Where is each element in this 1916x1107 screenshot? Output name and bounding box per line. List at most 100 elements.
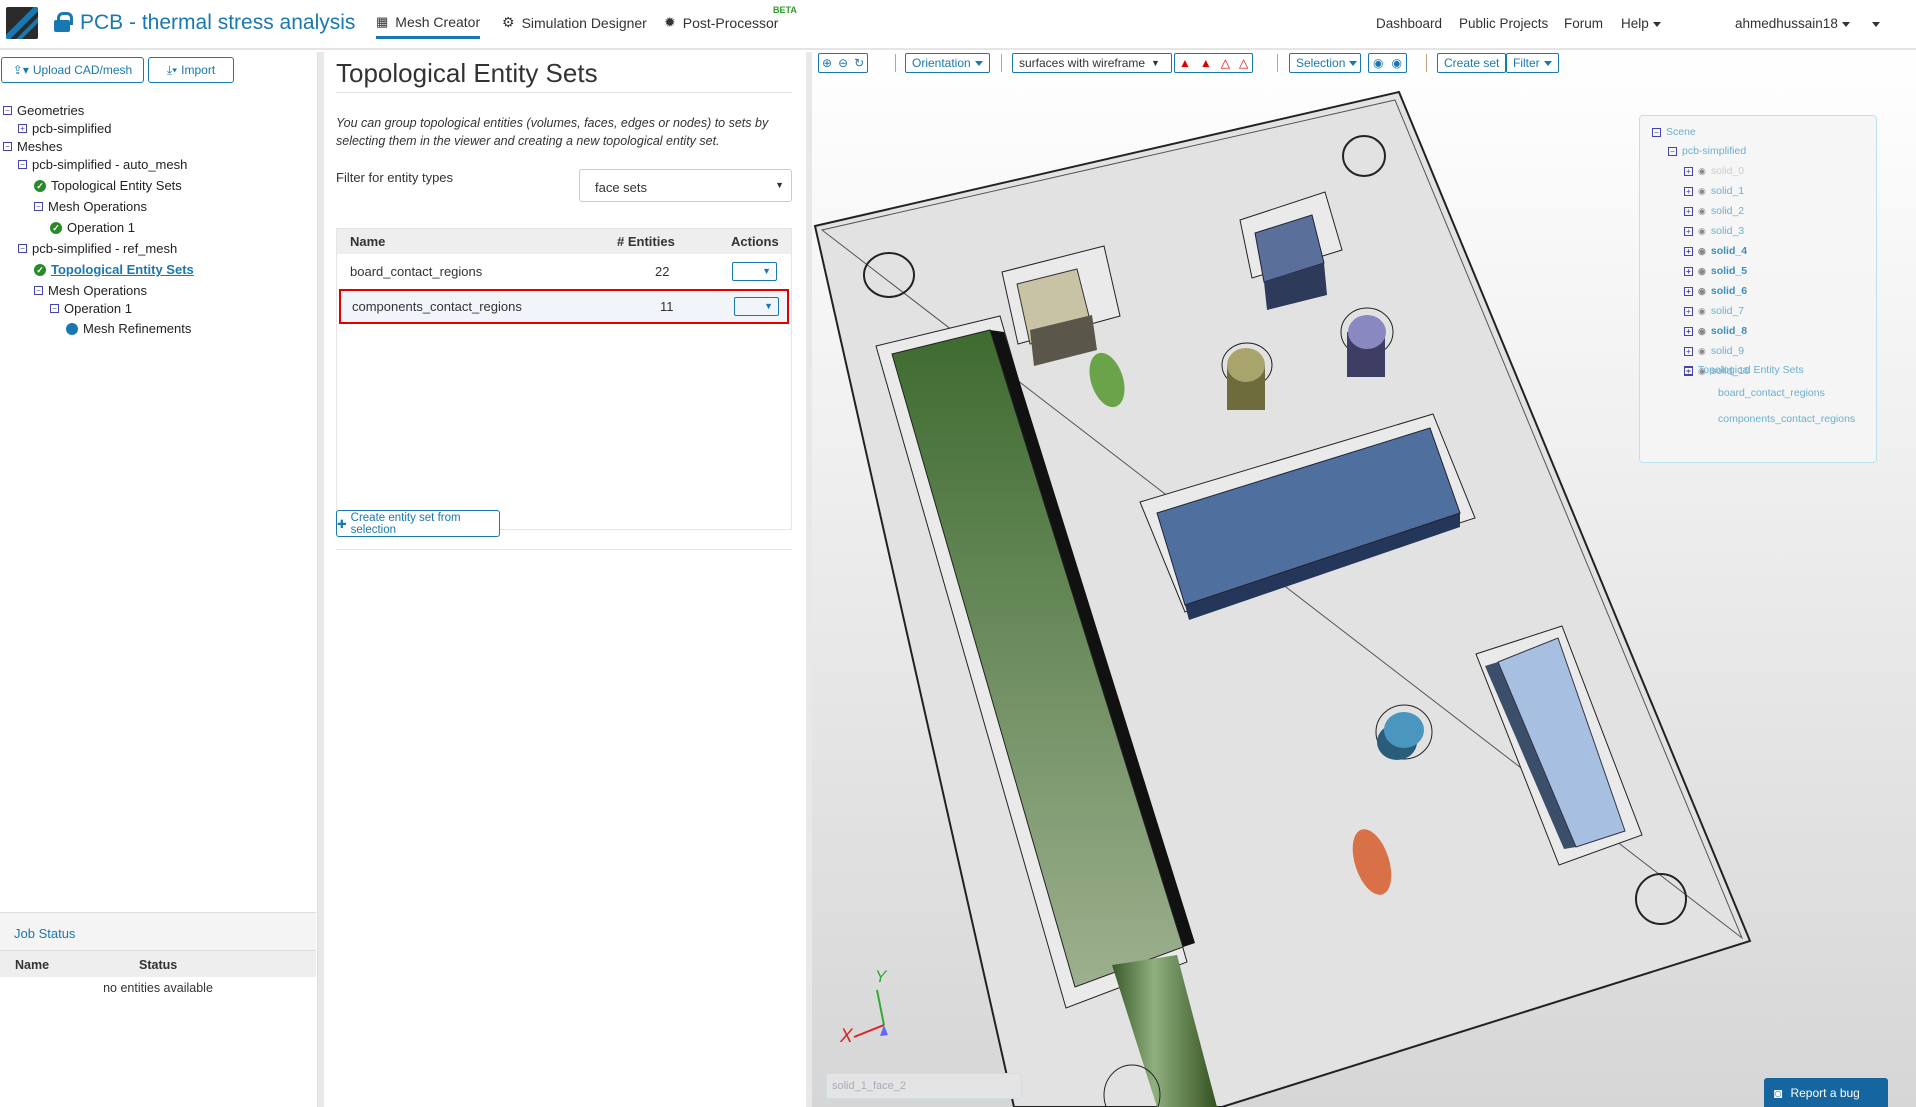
collapse-icon[interactable]: − (3, 106, 12, 115)
expand-icon[interactable]: + (1684, 266, 1693, 276)
scene-solid-item[interactable]: + ◉ solid_3 (1684, 225, 1744, 237)
tree-auto-entity-sets[interactable]: ✓ Topological Entity Sets (34, 178, 182, 193)
tree-auto-mesh-operations[interactable]: − Mesh Operations (34, 199, 147, 214)
scene-solid-item[interactable]: + ◉ solid_2 (1684, 205, 1744, 217)
eye-icon[interactable]: ◉ (1698, 266, 1706, 277)
extra-menu[interactable] (1868, 16, 1880, 31)
expand-icon[interactable]: + (1684, 206, 1693, 216)
tree-ref-mesh[interactable]: − pcb-simplified - ref_mesh (18, 241, 177, 256)
eye-icon[interactable]: ◉ (1698, 286, 1706, 297)
tree-auto-operation-1[interactable]: ✓ Operation 1 (50, 220, 135, 235)
table-row-selected[interactable]: components_contact_regions 11 ▼ (339, 289, 789, 324)
tree-meshes[interactable]: − Meshes (3, 139, 63, 154)
user-menu[interactable]: ahmedhussain18 (1735, 16, 1850, 31)
visibility-buttons[interactable]: ◉ ◉ (1368, 53, 1407, 73)
eye-icon[interactable]: ◉ (1698, 226, 1706, 237)
tree-ref-operation-1[interactable]: − Operation 1 (50, 301, 132, 316)
job-status-empty: no entities available (103, 981, 213, 995)
expand-icon[interactable]: + (1684, 166, 1693, 176)
eye-icon[interactable]: ◉ (1698, 326, 1706, 337)
check-icon: ✓ (34, 263, 46, 276)
import-button[interactable]: ⤓▾ Import (148, 57, 234, 83)
shaded-cone-icon[interactable]: ▲ (1200, 56, 1212, 70)
scene-solid-item[interactable]: + ◉ solid_8 (1684, 325, 1747, 337)
expand-icon[interactable]: + (1684, 226, 1693, 236)
render-mode-select[interactable]: surfaces with wireframe ▼ (1012, 53, 1172, 73)
scene-entity-sets[interactable]: − Topological Entity Sets (1684, 364, 1804, 376)
eye-icon[interactable]: ◉ (1698, 306, 1706, 317)
zoom-out-icon[interactable]: ⊖ (838, 56, 848, 70)
render-style-buttons[interactable]: ▲ ▲ △ △ (1174, 53, 1254, 73)
scene-root[interactable]: − Scene (1652, 126, 1696, 138)
scene-set-item[interactable]: board_contact_regions (1718, 387, 1825, 399)
collapse-icon[interactable]: − (1652, 127, 1661, 137)
eye-icon[interactable]: ◉ (1698, 166, 1706, 177)
tab-simulation-designer[interactable]: ⚙ Simulation Designer (502, 14, 647, 31)
app-logo[interactable] (6, 7, 38, 39)
orientation-dropdown[interactable]: Orientation (905, 53, 990, 73)
eye-icon[interactable]: ◉ (1698, 186, 1706, 197)
tab-post-processor[interactable]: ✹ Post-Processor (664, 14, 778, 31)
hover-info-field[interactable]: solid_1_face_2 (826, 1073, 1022, 1099)
tree-ref-entity-sets[interactable]: ✓ Topological Entity Sets (34, 262, 194, 277)
zoom-controls[interactable]: ⊕ ⊖ ↻ (818, 53, 869, 73)
tree-geometry-pcb[interactable]: + pcb-simplified (18, 121, 111, 136)
collapse-icon[interactable]: − (1684, 365, 1693, 375)
scene-solid-item[interactable]: + ◉ solid_7 (1684, 305, 1744, 317)
expand-icon[interactable]: + (1684, 186, 1693, 196)
filter-dropdown[interactable]: Filter (1506, 53, 1559, 73)
eye-icon[interactable]: ◉ (1698, 346, 1706, 357)
entity-type-select[interactable]: face sets ▼ (579, 169, 792, 202)
upload-cad-button[interactable]: ⇪▾ Upload CAD/mesh (1, 57, 144, 83)
expand-icon[interactable]: + (1684, 346, 1693, 356)
actions-dropdown[interactable]: ▼ (732, 262, 777, 281)
hide-icon[interactable]: ◉ (1373, 56, 1383, 70)
eye-icon[interactable]: ◉ (1698, 206, 1706, 217)
nav-forum[interactable]: Forum (1564, 16, 1603, 31)
divider (336, 92, 792, 93)
tree-auto-mesh[interactable]: − pcb-simplified - auto_mesh (18, 157, 187, 172)
outline-cone-icon[interactable]: △ (1239, 56, 1248, 70)
collapse-icon[interactable]: − (18, 160, 27, 169)
tree-geometries[interactable]: − Geometries (3, 103, 84, 118)
show-icon[interactable]: ◉ (1391, 56, 1401, 70)
table-row[interactable]: board_contact_regions 22 ▼ (337, 254, 791, 289)
solid-cone-icon[interactable]: ▲ (1179, 56, 1191, 70)
expand-icon[interactable]: + (18, 124, 27, 133)
report-bug-button[interactable]: ◙ Report a bug (1764, 1078, 1888, 1107)
expand-icon[interactable]: + (1684, 286, 1693, 296)
expand-icon[interactable]: + (1684, 246, 1693, 256)
3d-viewer[interactable]: Y X ⊕ ⊖ ↻ Orientation surfaces with wirefr… (812, 50, 1916, 1107)
tree-ref-mesh-operations[interactable]: − Mesh Operations (34, 283, 147, 298)
nav-public-projects[interactable]: Public Projects (1459, 16, 1548, 31)
scene-solid-item[interactable]: + ◉ solid_6 (1684, 285, 1747, 297)
collapse-icon[interactable]: − (18, 244, 27, 253)
wire-cone-icon[interactable]: △ (1221, 56, 1230, 70)
collapse-icon[interactable]: − (34, 202, 43, 211)
expand-icon[interactable]: + (1684, 306, 1693, 316)
scene-solid-item[interactable]: + ◉ solid_9 (1684, 345, 1744, 357)
nav-dashboard[interactable]: Dashboard (1376, 16, 1442, 31)
tree-mesh-refinements[interactable]: Mesh Refinements (66, 321, 191, 336)
scene-model[interactable]: − pcb-simplified (1668, 145, 1746, 157)
expand-icon[interactable]: + (1684, 326, 1693, 336)
beta-badge: BETA (773, 5, 797, 15)
eye-icon[interactable]: ◉ (1698, 246, 1706, 257)
reset-view-icon[interactable]: ↻ (854, 56, 864, 70)
collapse-icon[interactable]: − (3, 142, 12, 151)
scene-solid-item[interactable]: + ◉ solid_4 (1684, 245, 1747, 257)
scene-set-item[interactable]: components_contact_regions (1718, 413, 1855, 425)
scene-solid-item[interactable]: + ◉ solid_5 (1684, 265, 1747, 277)
scene-solid-item[interactable]: + ◉ solid_0 (1684, 165, 1744, 177)
collapse-icon[interactable]: − (1668, 146, 1677, 156)
tab-mesh-creator[interactable]: ▦ Mesh Creator (376, 14, 481, 39)
collapse-icon[interactable]: − (34, 286, 43, 295)
actions-dropdown[interactable]: ▼ (734, 297, 779, 316)
create-entity-set-button[interactable]: ✚ Create entity set from selection (336, 510, 500, 537)
collapse-icon[interactable]: − (50, 304, 59, 313)
scene-solid-item[interactable]: + ◉ solid_1 (1684, 185, 1744, 197)
selection-dropdown[interactable]: Selection (1289, 53, 1361, 73)
zoom-in-icon[interactable]: ⊕ (822, 56, 832, 70)
create-set-button[interactable]: Create set (1437, 53, 1507, 73)
nav-help[interactable]: Help (1621, 16, 1661, 31)
